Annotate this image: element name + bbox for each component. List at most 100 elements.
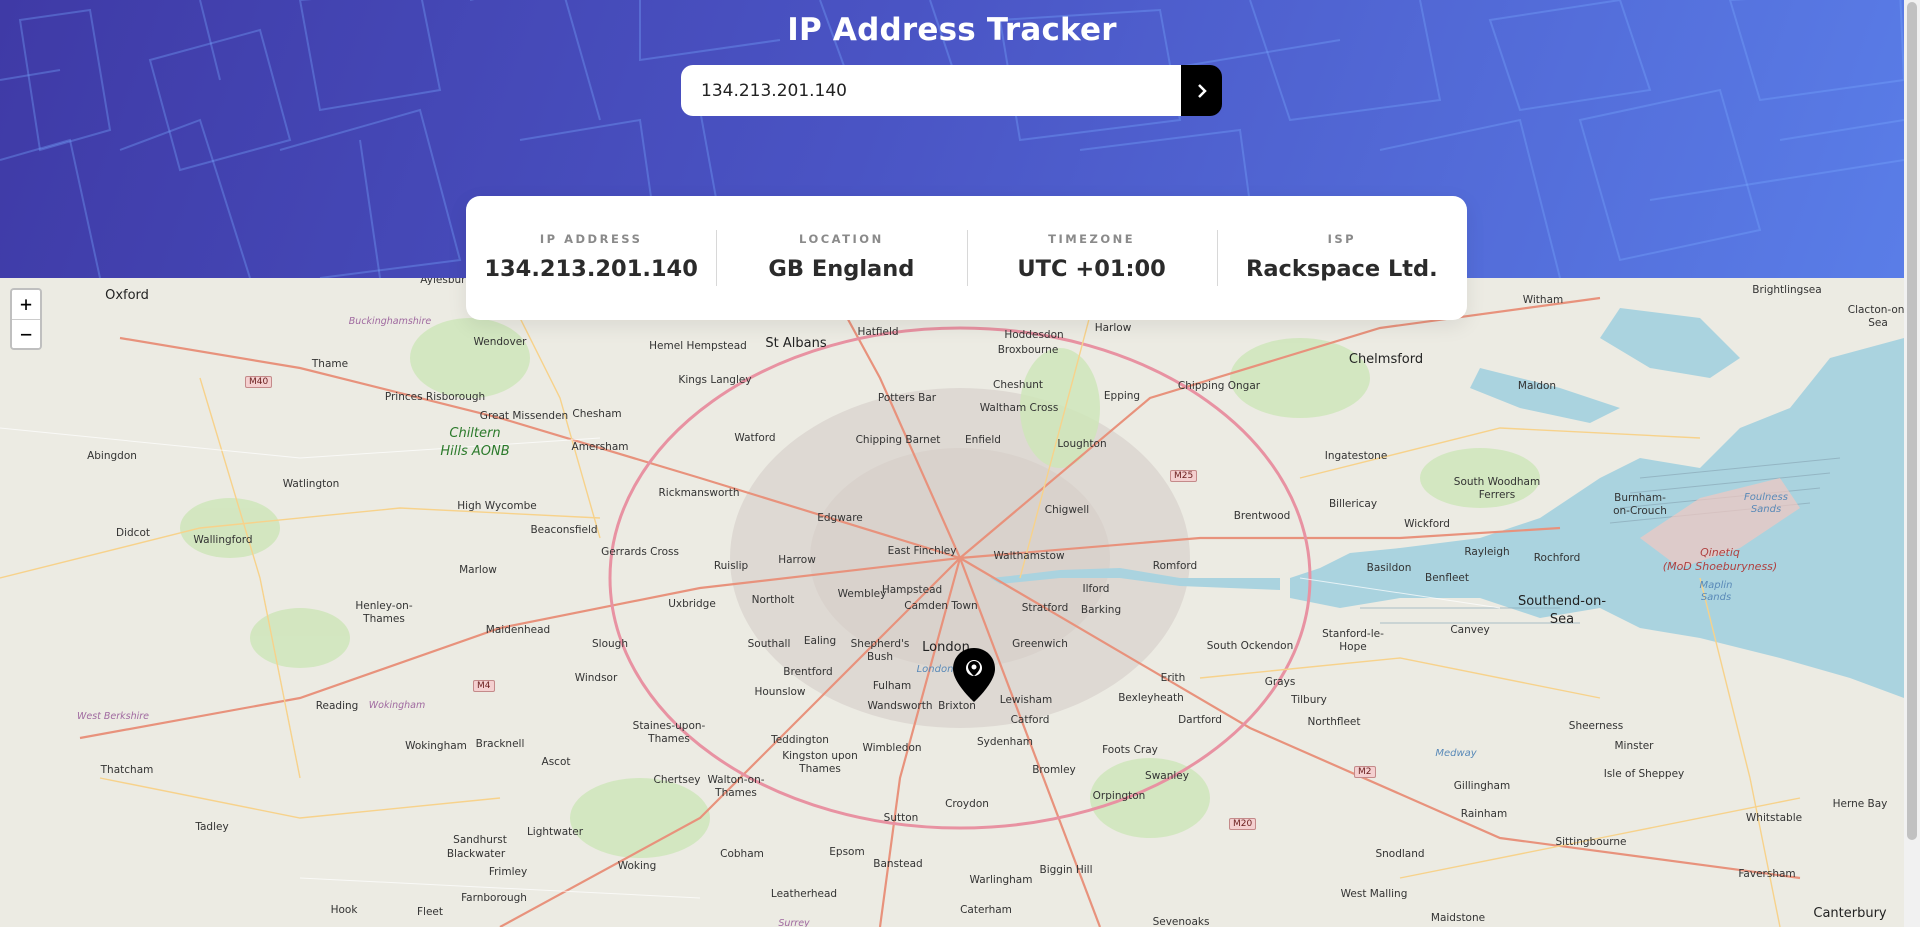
- place-label: Catford: [1010, 714, 1050, 726]
- place-label: London: [916, 664, 954, 675]
- ip-address-value: 134.213.201.140: [484, 256, 698, 282]
- place-label: Basildon: [1366, 562, 1412, 574]
- place-label: Oxford: [105, 288, 149, 303]
- place-label: Hounslow: [754, 686, 806, 698]
- place-label: Edgware: [817, 512, 863, 524]
- place-label: Foulness: [1744, 492, 1788, 503]
- place-label: Hoddesdon: [1004, 329, 1064, 341]
- place-label: Enfield: [965, 434, 1001, 446]
- place-label: Bromley: [1032, 764, 1076, 776]
- place-label: Loughton: [1057, 438, 1107, 450]
- place-label: Sydenham: [977, 736, 1033, 748]
- place-label: Hemel Hempstead: [649, 340, 747, 352]
- place-label: Canterbury: [1813, 906, 1887, 921]
- place-label: Blackwater: [446, 848, 506, 860]
- place-label: on-Crouch: [1613, 505, 1667, 517]
- place-label: Harrow: [778, 554, 816, 566]
- place-label: Qinetiq: [1700, 546, 1740, 559]
- place-label: High Wycombe: [457, 500, 537, 512]
- place-label: Maplin: [1699, 580, 1733, 591]
- place-label: Hills AONB: [440, 444, 510, 459]
- place-label: Teddington: [771, 734, 829, 746]
- road-badge: M2: [1354, 766, 1376, 778]
- place-label: Sutton: [883, 812, 919, 824]
- place-label: Kingston upon: [782, 750, 858, 762]
- place-label: Potters Bar: [877, 392, 937, 404]
- place-label: Thames: [715, 787, 757, 799]
- place-label: Surrey: [778, 918, 810, 927]
- road-badge: M40: [245, 376, 273, 388]
- page-title: IP Address Tracker: [787, 12, 1117, 48]
- place-label: Chertsey: [653, 774, 701, 786]
- place-label: Warlingham: [969, 874, 1033, 886]
- place-label: Staines-upon-: [632, 720, 706, 732]
- place-label: Wembley: [837, 588, 887, 600]
- road-badge: M4: [473, 680, 495, 692]
- place-label: Tilbury: [1291, 694, 1327, 706]
- place-label: Canvey: [1450, 624, 1490, 636]
- place-label: Princes Risborough: [384, 391, 486, 403]
- place-label: Beaconsfield: [530, 524, 598, 536]
- vertical-scrollbar[interactable]: [1904, 0, 1920, 927]
- place-label: Wallingford: [193, 534, 253, 546]
- place-label: Stanford-le-: [1322, 628, 1384, 640]
- place-label: Hook: [330, 904, 358, 916]
- place-label: Medway: [1435, 748, 1477, 759]
- place-label: Leatherhead: [770, 888, 838, 900]
- place-label: Watlington: [282, 478, 340, 490]
- place-label: Cheshunt: [993, 379, 1043, 391]
- place-label: Maidenhead: [485, 624, 551, 636]
- place-label: Ruislip: [713, 560, 749, 572]
- place-label: Woking: [617, 860, 657, 872]
- place-label: Wimbledon: [862, 742, 922, 754]
- place-label: Lewisham: [999, 694, 1053, 706]
- place-label: Didcot: [116, 527, 150, 539]
- place-label: Uxbridge: [668, 598, 716, 610]
- place-label: South Ockendon: [1206, 640, 1294, 652]
- place-label: Maldon: [1517, 380, 1557, 392]
- map-view[interactable]: Oxford Aylesbury Buckinghamshire Wendove…: [0, 278, 1904, 927]
- place-label: Grays: [1264, 676, 1296, 688]
- ip-info-card: IP ADDRESS 134.213.201.140 LOCATION GB E…: [466, 196, 1467, 320]
- place-label: Sands: [1700, 592, 1732, 603]
- timezone-section: TIMEZONE UTC +01:00: [966, 230, 1217, 286]
- place-label: Fulham: [872, 680, 912, 692]
- place-label: Ealing: [803, 635, 837, 647]
- location-section: LOCATION GB England: [716, 230, 966, 286]
- place-label: Wandsworth: [867, 700, 933, 712]
- place-label: Hampstead: [881, 584, 943, 596]
- place-label: Ferrers: [1478, 489, 1516, 501]
- place-label: Amersham: [571, 441, 629, 453]
- place-label: Thames: [648, 733, 690, 745]
- place-label: Chipping Ongar: [1177, 380, 1261, 392]
- place-label: Kings Langley: [678, 374, 752, 386]
- place-label: Gillingham: [1453, 780, 1511, 792]
- place-label: Hope: [1339, 641, 1367, 653]
- place-label: Swanley: [1145, 770, 1189, 782]
- place-label: Chelmsford: [1348, 352, 1424, 367]
- ip-search-input[interactable]: [681, 65, 1181, 116]
- place-label: Tadley: [195, 821, 229, 833]
- location-pin-icon[interactable]: [951, 647, 997, 703]
- place-label: Wendover: [473, 336, 527, 348]
- search-submit-button[interactable]: [1181, 65, 1222, 116]
- isp-label: ISP: [1327, 232, 1357, 246]
- isp-value: Rackspace Ltd.: [1246, 256, 1438, 282]
- zoom-out-button[interactable]: −: [12, 319, 40, 348]
- place-label: Thame: [311, 358, 349, 370]
- place-label: Southall: [747, 638, 791, 650]
- place-label: West Malling: [1340, 888, 1408, 900]
- place-label: Rainham: [1460, 808, 1508, 820]
- place-label: Southend-on-: [1517, 594, 1607, 609]
- place-label: Rochford: [1533, 552, 1581, 564]
- scrollbar-thumb[interactable]: [1907, 2, 1917, 840]
- place-label: Thames: [363, 613, 405, 625]
- place-label: Waltham Cross: [979, 402, 1059, 414]
- place-label: Wokingham: [368, 700, 426, 711]
- zoom-in-button[interactable]: +: [12, 290, 40, 319]
- place-label: Foots Cray: [1102, 744, 1158, 756]
- place-label: Greenwich: [1012, 638, 1068, 650]
- place-label: Bush: [867, 651, 893, 663]
- place-label: Croydon: [945, 798, 989, 810]
- place-label: Henley-on-: [355, 600, 413, 612]
